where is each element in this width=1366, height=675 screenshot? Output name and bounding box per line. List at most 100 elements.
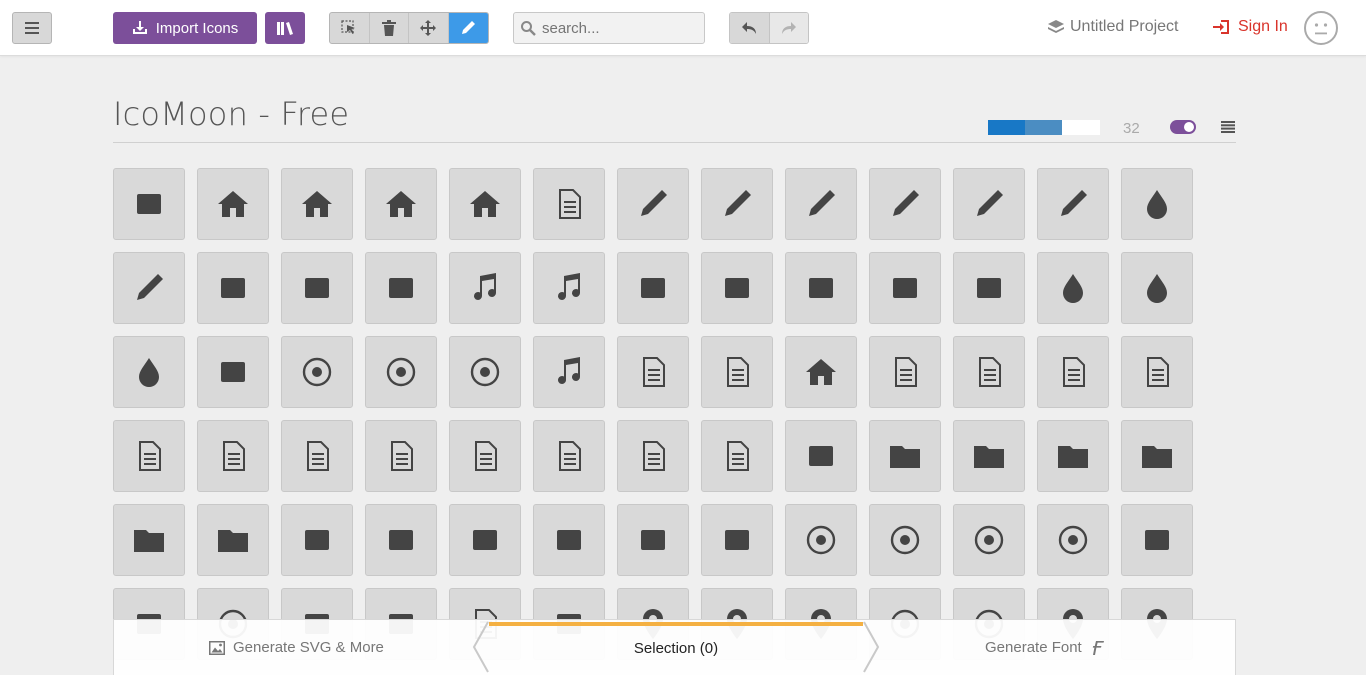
icon-tile-copy[interactable]: [617, 420, 689, 492]
icon-tile-quill[interactable]: [785, 168, 857, 240]
icon-tile-folder-plus[interactable]: [1037, 420, 1109, 492]
icon-tile-dice[interactable]: [869, 252, 941, 324]
size-segment-large[interactable]: [1062, 120, 1100, 135]
icon-tile-ticket[interactable]: [617, 504, 689, 576]
set-menu-icon[interactable]: [1221, 121, 1235, 133]
icon-tile-coin-pound[interactable]: [953, 504, 1025, 576]
selection-label: Selection (0): [633, 640, 719, 657]
icon-tile-paste[interactable]: [701, 420, 773, 492]
icon-tile-file-text[interactable]: [869, 336, 941, 408]
size-segment-small[interactable]: [988, 120, 1025, 135]
icon-tile-books[interactable]: [701, 336, 773, 408]
generate-svg-button[interactable]: Generate SVG & More: [209, 639, 384, 656]
icon-tile-bullhorn[interactable]: [197, 336, 269, 408]
icon-tile-file-text2[interactable]: [113, 420, 185, 492]
select-tool-button[interactable]: [330, 13, 370, 43]
icon-tile-folder-open[interactable]: [953, 420, 1025, 492]
icon-tile-library[interactable]: [785, 336, 857, 408]
avatar[interactable]: [1304, 11, 1338, 45]
icon-tile-podcast[interactable]: [365, 336, 437, 408]
delete-tool-button[interactable]: [370, 13, 409, 43]
library-icon: [277, 22, 293, 35]
icon-tile-file-empty[interactable]: [1037, 336, 1109, 408]
icon-tile-music[interactable]: [533, 252, 605, 324]
icon-tile-home[interactable]: [197, 168, 269, 240]
icon-tile-video-camera[interactable]: [785, 252, 857, 324]
icon-tile-coin-dollar[interactable]: [785, 504, 857, 576]
icon-tile-diamonds[interactable]: [113, 336, 185, 408]
icon-tile-book[interactable]: [617, 336, 689, 408]
icon-tile-file-picture[interactable]: [197, 420, 269, 492]
icon-tile-price-tags[interactable]: [365, 504, 437, 576]
icon-tile-turtle[interactable]: [113, 168, 185, 240]
icon-tile-pen[interactable]: [869, 168, 941, 240]
icon-tile-files-empty[interactable]: [1121, 336, 1193, 408]
icon-tile-mic[interactable]: [533, 336, 605, 408]
undo-icon: [742, 22, 757, 34]
folder-minus-icon: [1142, 446, 1172, 468]
file-empty-icon: [1063, 357, 1085, 387]
icon-tile-home3[interactable]: [365, 168, 437, 240]
edit-tool-button[interactable]: [448, 13, 488, 43]
set-toggle[interactable]: [1170, 120, 1196, 134]
project-selector[interactable]: Untitled Project: [1048, 18, 1179, 36]
search-input[interactable]: [542, 19, 692, 37]
icon-tile-file-zip[interactable]: [533, 420, 605, 492]
icon-tile-play[interactable]: [617, 252, 689, 324]
icon-tile-folder-download[interactable]: [113, 504, 185, 576]
icon-tile-headphones[interactable]: [449, 252, 521, 324]
icon-tile-folder-minus[interactable]: [1121, 420, 1193, 492]
turtle-icon: [137, 194, 161, 214]
icon-tile-file-music[interactable]: [281, 420, 353, 492]
coin-pound-icon: [974, 525, 1004, 555]
icon-tile-eyedropper[interactable]: [1037, 168, 1109, 240]
icon-tile-film[interactable]: [701, 252, 773, 324]
icon-tile-price-tag[interactable]: [281, 504, 353, 576]
hamburger-icon: [25, 22, 39, 34]
icon-tile-folder-upload[interactable]: [197, 504, 269, 576]
icon-tile-connection[interactable]: [281, 336, 353, 408]
icon-tile-office[interactable]: [449, 168, 521, 240]
icon-tile-newspaper[interactable]: [533, 168, 605, 240]
icon-tile-droplet[interactable]: [1121, 168, 1193, 240]
icon-tile-file-play[interactable]: [365, 420, 437, 492]
preview-size-slider[interactable]: [988, 120, 1100, 135]
search-box[interactable]: [513, 12, 705, 44]
selection-tab[interactable]: Selection (0): [489, 622, 863, 675]
icon-tile-credit-card[interactable]: [1121, 504, 1193, 576]
icon-tile-pencil2[interactable]: [701, 168, 773, 240]
move-tool-button[interactable]: [409, 13, 449, 43]
icon-tile-stack[interactable]: [785, 420, 857, 492]
import-icon: [132, 21, 147, 34]
icon-tile-image[interactable]: [197, 252, 269, 324]
icon-tile-cart[interactable]: [701, 504, 773, 576]
icon-tile-paint-format[interactable]: [113, 252, 185, 324]
icon-tile-pencil[interactable]: [617, 168, 689, 240]
redo-button[interactable]: [768, 13, 808, 43]
icon-library-button[interactable]: [265, 12, 305, 44]
icon-tile-coin-euro[interactable]: [869, 504, 941, 576]
icon-tile-pacman[interactable]: [953, 252, 1025, 324]
icon-tile-feed[interactable]: [449, 336, 521, 408]
icon-tile-camera[interactable]: [365, 252, 437, 324]
qrcode-icon: [557, 530, 581, 550]
icon-tile-spades[interactable]: [1037, 252, 1109, 324]
size-segment-medium[interactable]: [1025, 120, 1062, 135]
icon-tile-file-video[interactable]: [449, 420, 521, 492]
main-menu-button[interactable]: [12, 12, 52, 44]
icon-tile-images[interactable]: [281, 252, 353, 324]
icon-tile-qrcode[interactable]: [533, 504, 605, 576]
undo-button[interactable]: [730, 13, 769, 43]
import-icons-button[interactable]: Import Icons: [113, 12, 257, 44]
sign-in-label: Sign In: [1238, 18, 1288, 35]
generate-font-button[interactable]: Generate Font: [985, 639, 1104, 656]
icon-tile-blog[interactable]: [953, 168, 1025, 240]
icon-tile-clubs[interactable]: [1121, 252, 1193, 324]
icon-tile-coin-yen[interactable]: [1037, 504, 1109, 576]
icon-tile-profile[interactable]: [953, 336, 1025, 408]
icon-tile-home2[interactable]: [281, 168, 353, 240]
icon-tile-folder[interactable]: [869, 420, 941, 492]
icon-tile-barcode[interactable]: [449, 504, 521, 576]
file-music-icon: [307, 441, 329, 471]
sign-in-link[interactable]: Sign In: [1212, 18, 1288, 36]
